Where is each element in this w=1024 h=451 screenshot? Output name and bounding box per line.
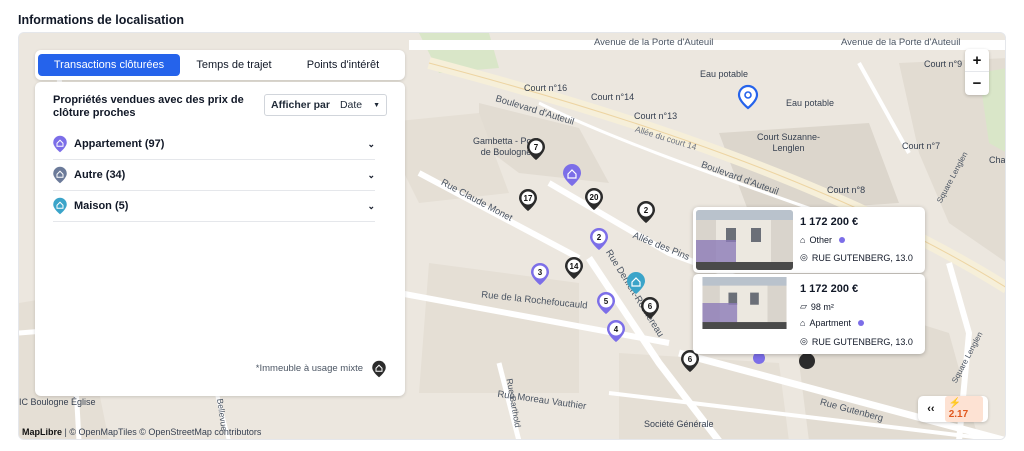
- listing-type: Other: [809, 235, 832, 245]
- listing-address-row: ◎ RUE GUTENBERG, 13.0: [800, 252, 913, 263]
- map-attribution: MapLibre | © OpenMapTiles © OpenStreetMa…: [22, 427, 261, 437]
- sort-select[interactable]: Afficher par Date ▼: [264, 94, 387, 116]
- marker-count: 17: [524, 194, 533, 203]
- listing-photo: [696, 210, 793, 270]
- listing-type-row: ⌂ Apartment: [800, 318, 864, 328]
- listing-area: 98 m²: [810, 301, 834, 312]
- marker-count: 20: [590, 193, 599, 202]
- map-marker[interactable]: 7: [527, 138, 545, 160]
- panel-title: Propriétés vendues avec des prix de clôt…: [53, 94, 244, 119]
- other-pin-icon: [53, 166, 67, 184]
- location-pin-icon: ◎: [800, 252, 808, 262]
- sort-value: Date: [339, 99, 363, 111]
- section-title: Informations de localisation: [18, 13, 184, 27]
- cube-icon: ▱: [800, 301, 807, 311]
- map-marker[interactable]: 6: [641, 297, 659, 319]
- listing-type-row: ⌂ Other: [800, 235, 845, 245]
- category-apartment[interactable]: Appartement (97) ⌄: [53, 129, 375, 160]
- score-value: 2.17: [948, 409, 969, 420]
- zoom-in-button[interactable]: +: [965, 49, 989, 72]
- map-marker[interactable]: 5: [597, 292, 615, 314]
- listing-address: RUE GUTENBERG, 13.0: [811, 252, 913, 263]
- apartment-pin-icon: [53, 135, 67, 153]
- mixed-use-pin-icon: [372, 360, 386, 378]
- transactions-panel: Propriétés vendues avec des prix de clôt…: [35, 82, 405, 396]
- score-widget: ‹‹ ⚡ 2.17: [918, 396, 988, 422]
- marker-count: 4: [614, 325, 619, 334]
- marker-count: 2: [644, 206, 649, 215]
- zoom-control: + −: [965, 49, 989, 95]
- house-pin-icon: [53, 197, 67, 215]
- tab-points-of-interest[interactable]: Points d'intérêt: [288, 54, 398, 76]
- map-marker[interactable]: 20: [585, 188, 603, 210]
- category-label: Autre (34): [74, 169, 126, 181]
- location-pin-icon: ◎: [800, 336, 808, 346]
- listing-card[interactable]: 1 172 200 € ▱ 98 m² ⌂ Apartment ◎ RUE GU…: [693, 274, 925, 354]
- chevron-down-icon[interactable]: ⌄: [367, 170, 375, 181]
- map-marker[interactable]: 2: [637, 201, 655, 223]
- marker-count: 6: [648, 302, 653, 311]
- apartment-marker-icon: [563, 164, 581, 186]
- marker-count: 6: [688, 355, 693, 364]
- zoom-out-button[interactable]: −: [965, 72, 989, 95]
- category-house[interactable]: Maison (5) ⌄: [53, 191, 375, 222]
- attribution-text[interactable]: | © OpenMapTiles © OpenStreetMap contrib…: [65, 427, 262, 437]
- category-label: Maison (5): [74, 200, 129, 212]
- mixed-use-footnote: *Immeuble à usage mixte: [255, 363, 363, 374]
- listing-area-row: ▱ 98 m²: [800, 301, 834, 312]
- listing-address-row: ◎ RUE GUTENBERG, 13.0: [800, 336, 913, 347]
- home-icon: ⌂: [800, 235, 806, 245]
- caret-down-icon: ▼: [373, 101, 380, 109]
- marker-count: 3: [538, 268, 543, 277]
- marker-count: 7: [534, 143, 539, 152]
- score-badge[interactable]: ⚡ 2.17: [944, 396, 983, 422]
- listing-type: Apartment: [809, 318, 851, 328]
- map-marker[interactable]: 3: [531, 263, 549, 285]
- map-marker[interactable]: 4: [607, 320, 625, 342]
- listing-address: RUE GUTENBERG, 13.0: [811, 336, 913, 347]
- marker-count: 2: [597, 233, 602, 242]
- listing-card[interactable]: 1 172 200 € ⌂ Other ◎ RUE GUTENBERG, 13.…: [693, 207, 925, 273]
- home-icon: ⌂: [800, 318, 806, 328]
- marker-count: 14: [570, 262, 579, 271]
- marker-count: 5: [604, 297, 609, 306]
- category-other[interactable]: Autre (34) ⌄: [53, 160, 375, 191]
- collapse-button[interactable]: ‹‹: [923, 403, 939, 415]
- chevron-down-icon[interactable]: ⌄: [367, 139, 375, 150]
- maplibre-link[interactable]: MapLibre: [22, 427, 62, 437]
- tab-travel-time[interactable]: Temps de trajet: [184, 54, 284, 76]
- type-dot: [838, 237, 845, 243]
- sort-label: Afficher par: [271, 99, 330, 111]
- category-label: Appartement (97): [74, 138, 165, 150]
- tab-closed-transactions[interactable]: Transactions clôturées: [38, 54, 180, 76]
- house-marker-icon: [627, 272, 645, 294]
- map-marker[interactable]: 2: [590, 228, 608, 250]
- listing-price: 1 172 200 €: [800, 283, 859, 295]
- map-marker[interactable]: 17: [519, 189, 537, 211]
- listing-price: 1 172 200 €: [800, 216, 859, 228]
- subject-location-pin-icon: [737, 84, 759, 110]
- chevron-down-icon[interactable]: ⌄: [367, 201, 375, 212]
- tab-bar: Transactions clôturées Temps de trajet P…: [35, 50, 405, 80]
- map-marker[interactable]: 14: [565, 257, 583, 279]
- listing-photo: [702, 277, 787, 329]
- type-dot: [857, 320, 864, 326]
